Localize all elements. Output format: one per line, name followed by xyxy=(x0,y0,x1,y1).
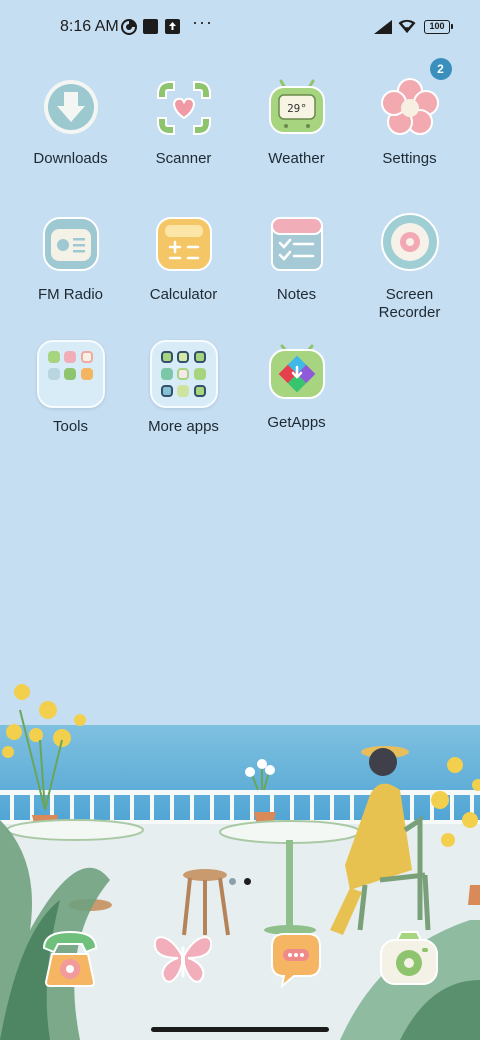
square-notification-icon xyxy=(143,19,158,34)
weather-icon: 29° xyxy=(268,79,325,134)
app-fm-radio[interactable]: FM Radio xyxy=(14,212,127,304)
wifi-icon xyxy=(398,19,416,33)
app-label: Screen Recorder xyxy=(378,286,441,321)
app-getapps[interactable]: GetApps xyxy=(240,340,353,432)
upload-icon xyxy=(165,19,180,34)
battery-icon: 100 xyxy=(424,20,453,34)
more-apps-folder-icon xyxy=(149,340,218,408)
phone-icon xyxy=(42,930,98,987)
app-label: Weather xyxy=(268,150,325,167)
app-settings[interactable]: 2 Settings xyxy=(353,58,466,168)
page-dot-current xyxy=(244,878,251,885)
more-dots-icon: ··· xyxy=(192,12,213,32)
gallery-butterfly-icon xyxy=(153,936,213,983)
app-label: More apps xyxy=(148,418,219,435)
home-indicator[interactable] xyxy=(151,1027,329,1032)
app-scanner[interactable]: Scanner xyxy=(127,76,240,168)
app-folder-more-apps[interactable]: More apps xyxy=(127,340,240,436)
app-label: Downloads xyxy=(33,150,108,167)
app-notes[interactable]: Notes xyxy=(240,212,353,304)
page-dot xyxy=(229,878,236,885)
camera-icon xyxy=(380,931,438,985)
app-label: Tools xyxy=(52,418,89,435)
messages-icon xyxy=(271,933,321,989)
app-label: Calculator xyxy=(149,286,218,303)
notes-icon xyxy=(270,217,323,271)
data-saver-icon xyxy=(121,19,137,35)
dock-messages[interactable] xyxy=(264,926,328,990)
weather-temp: 29° xyxy=(287,102,307,115)
radio-icon xyxy=(42,217,99,271)
app-label: GetApps xyxy=(267,414,326,431)
calculator-icon xyxy=(155,217,212,271)
settings-flower-icon xyxy=(380,78,439,135)
getapps-icon xyxy=(268,344,325,399)
downloads-icon xyxy=(43,80,98,134)
dock-phone[interactable] xyxy=(38,926,102,990)
app-label: FM Radio xyxy=(37,286,104,303)
notification-badge: 2 xyxy=(429,58,452,80)
app-calculator[interactable]: Calculator xyxy=(127,212,240,304)
app-downloads[interactable]: Downloads xyxy=(14,76,127,168)
page-indicator xyxy=(227,878,257,886)
dock-camera[interactable] xyxy=(377,926,441,990)
app-label: Scanner xyxy=(155,150,212,167)
status-time: 8:16 AM xyxy=(60,18,119,35)
app-label: Settings xyxy=(382,150,437,167)
signal-icon xyxy=(374,20,392,34)
app-label: Notes xyxy=(276,286,317,303)
tools-folder-icon xyxy=(36,340,105,408)
dock-gallery[interactable] xyxy=(151,926,215,990)
app-folder-tools[interactable]: Tools xyxy=(14,340,127,436)
scanner-icon xyxy=(156,81,211,135)
app-screen-recorder[interactable]: Screen Recorder xyxy=(353,212,466,322)
status-bar: 8:16 AM ··· 100 xyxy=(0,0,480,56)
app-weather[interactable]: 29° Weather xyxy=(240,76,353,168)
screen-recorder-icon xyxy=(380,213,439,271)
